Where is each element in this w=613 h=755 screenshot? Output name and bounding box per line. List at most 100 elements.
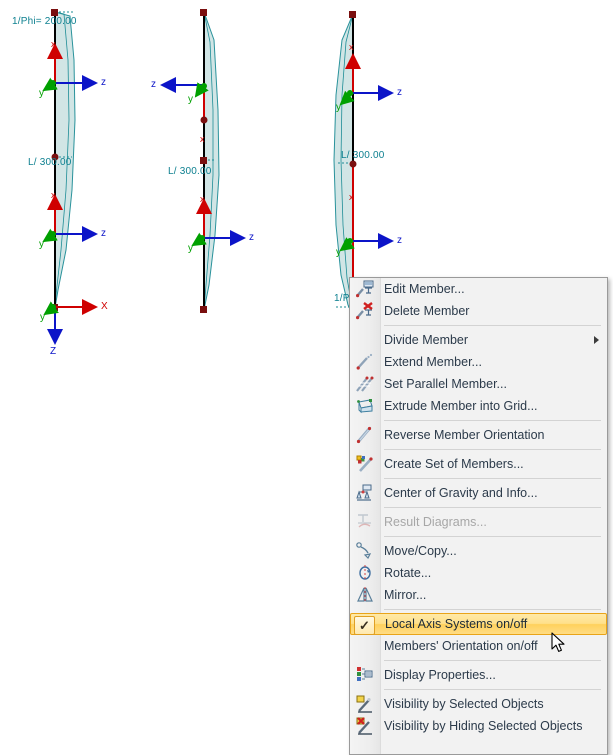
menu-item-label: Visibility by Hiding Selected Objects — [384, 719, 583, 733]
member-context-menu[interactable]: Edit Member... Delete Member Divide Member… — [349, 277, 608, 755]
menu-item-edit-member[interactable]: Edit Member... — [350, 278, 607, 300]
member-2-axes-2-z-label: z — [249, 232, 254, 243]
menu-item-reverse-orientation[interactable]: Reverse Member Orientation — [350, 424, 607, 446]
display-properties-icon — [350, 664, 380, 686]
member-3-label-length: L/ 300.00 — [341, 150, 385, 161]
menu-item-label: Delete Member — [384, 304, 470, 318]
chevron-right-icon — [594, 336, 599, 344]
menu-separator — [350, 475, 607, 482]
menu-item-set-parallel-member[interactable]: Set Parallel Member... — [350, 373, 607, 395]
separator-line — [384, 420, 601, 421]
svg-text:x: x — [200, 194, 205, 204]
menu-item-label: Set Parallel Member... — [384, 377, 507, 391]
menu-item-mirror[interactable]: Mirror... — [350, 584, 607, 606]
member-1-label-length: L/ 300.00 — [28, 157, 72, 168]
result-diagrams-icon — [350, 511, 380, 533]
menu-item-center-of-gravity[interactable]: Center of Gravity and Info... — [350, 482, 607, 504]
menu-item-label: Extend Member... — [384, 355, 482, 369]
member-3-node-mid — [349, 160, 357, 168]
menu-separator — [350, 606, 607, 613]
menu-item-label: Move/Copy... — [384, 544, 457, 558]
mouse-cursor — [551, 632, 565, 652]
menu-item-divide-member[interactable]: Divide Member — [350, 329, 607, 351]
center-of-gravity-icon — [350, 482, 380, 504]
svg-text:x: x — [51, 39, 56, 49]
menu-item-extend-member[interactable]: Extend Member... — [350, 351, 607, 373]
menu-item-label: Display Properties... — [384, 668, 496, 682]
visibility-hiding-icon — [350, 715, 380, 737]
member-1-global-y-label: y — [40, 312, 45, 323]
member-2-node-a — [200, 116, 208, 124]
svg-text:x: x — [349, 42, 354, 52]
menu-item-label: Local Axis Systems on/off — [385, 617, 528, 631]
member-3-axes-1-y-label: y — [336, 102, 341, 113]
separator-line — [384, 689, 601, 690]
member-2-group: x x — [160, 9, 246, 313]
separator-line — [384, 609, 601, 610]
member-3-group: x x — [333, 11, 394, 316]
menu-item-local-axis-systems[interactable]: ✓ Local Axis Systems on/off — [350, 613, 607, 635]
member-1-global-z-label: Z — [50, 346, 57, 357]
menu-item-label: Rotate... — [384, 566, 432, 580]
separator-line — [384, 325, 601, 326]
member-1-axes-2-z-label: z — [101, 228, 106, 239]
separator-line — [384, 507, 601, 508]
separator-line — [384, 478, 601, 479]
reverse-orientation-icon — [350, 424, 380, 446]
visibility-selected-icon — [350, 693, 380, 715]
menu-item-members-orientation[interactable]: Members' Orientation on/off — [350, 635, 607, 657]
member-2-node-bottom — [200, 306, 207, 313]
member-3-node-top — [349, 11, 356, 18]
delete-member-icon — [350, 300, 380, 322]
member-1-label-phi: 1/Phi= 200.00 — [12, 16, 77, 27]
menu-item-extrude-member[interactable]: Extrude Member into Grid... — [350, 395, 607, 417]
mirror-icon — [350, 584, 380, 606]
menu-item-label: Center of Gravity and Info... — [384, 486, 538, 500]
separator-line — [384, 660, 601, 661]
svg-text:x: x — [349, 192, 354, 202]
menu-item-result-diagrams: Result Diagrams... — [350, 511, 607, 533]
member-3-axes-1-origin — [347, 90, 353, 96]
menu-item-label: Divide Member — [384, 333, 469, 347]
menu-item-label: Edit Member... — [384, 282, 465, 296]
set-parallel-member-icon — [350, 373, 380, 395]
menu-item-label: Reverse Member Orientation — [384, 428, 545, 442]
separator-line — [384, 536, 601, 537]
separator-line — [384, 449, 601, 450]
member-1-node-top — [51, 9, 58, 16]
menu-separator — [350, 533, 607, 540]
application-canvas: x x x x x x 1/Phi= 200.00 L/ 300.00 L/ 3… — [0, 0, 613, 755]
member-2-axes-1-origin — [201, 83, 207, 89]
member-2-node-top — [200, 9, 207, 16]
member-3-axes-2-y-label: y — [336, 247, 341, 258]
member-2-axes-2-y-label: y — [188, 243, 193, 254]
menu-separator — [350, 504, 607, 511]
menu-item-visibility-selected[interactable]: Visibility by Selected Objects — [350, 693, 607, 715]
menu-item-label: Visibility by Selected Objects — [384, 697, 544, 711]
menu-item-rotate[interactable]: Rotate... — [350, 562, 607, 584]
member-2-axes-1-z-label: z — [151, 79, 156, 90]
menu-separator — [350, 686, 607, 693]
member-3-axes-2-origin — [347, 238, 353, 244]
menu-item-delete-member[interactable]: Delete Member — [350, 300, 607, 322]
member-2-axes-1-y-label: y — [188, 94, 193, 105]
extend-member-icon — [350, 351, 380, 373]
move-copy-icon — [350, 540, 380, 562]
checkmark-icon: ✓ — [354, 616, 375, 635]
menu-item-display-properties[interactable]: Display Properties... — [350, 664, 607, 686]
menu-item-create-set[interactable]: Create Set of Members... — [350, 453, 607, 475]
member-1-axes-2-y-label: y — [39, 239, 44, 250]
edit-member-icon — [350, 278, 380, 300]
member-1-group: x x — [42, 9, 98, 345]
svg-text:x: x — [200, 134, 205, 144]
context-menu-item-list[interactable]: Edit Member... Delete Member Divide Member… — [350, 278, 607, 754]
member-2-label-length: L/ 300.00 — [168, 166, 212, 177]
menu-item-label: Mirror... — [384, 588, 427, 602]
menu-separator — [350, 446, 607, 453]
menu-item-visibility-hiding[interactable]: Visibility by Hiding Selected Objects — [350, 715, 607, 737]
menu-item-move-copy[interactable]: Move/Copy... — [350, 540, 607, 562]
menu-separator — [350, 657, 607, 664]
member-1-axes-1-origin — [50, 80, 56, 86]
create-set-icon — [350, 453, 380, 475]
menu-item-label: Extrude Member into Grid... — [384, 399, 538, 413]
